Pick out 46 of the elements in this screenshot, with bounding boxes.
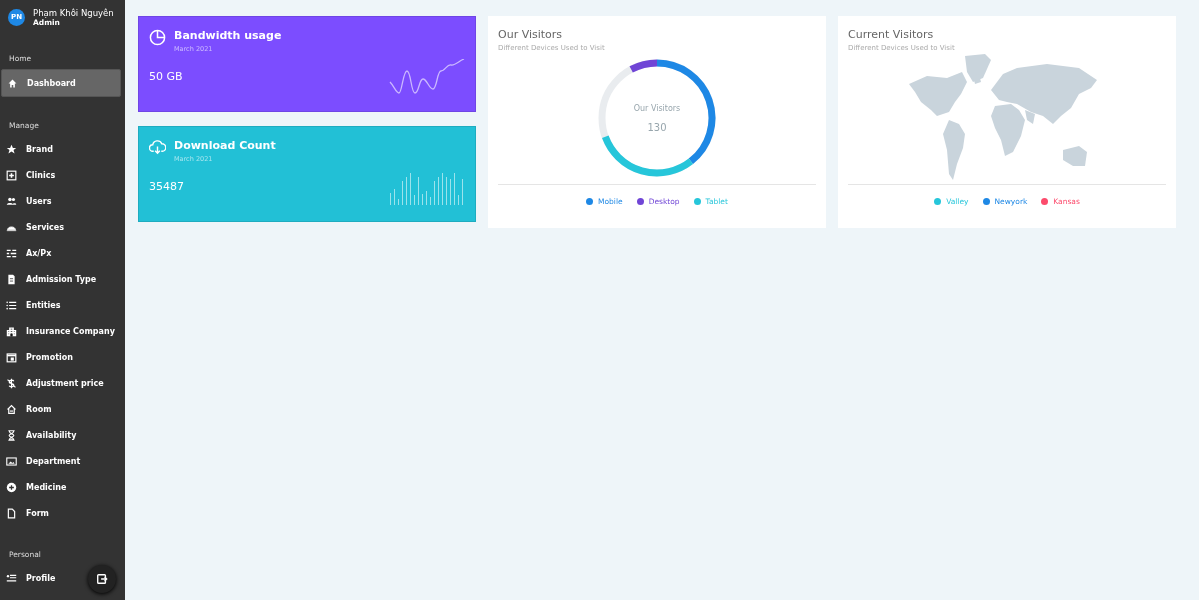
- calendar-icon: [6, 351, 17, 363]
- people-icon: [6, 195, 17, 207]
- sidebar-item[interactable]: Entities: [1, 292, 121, 318]
- card-title: Current Visitors: [848, 28, 935, 41]
- sidebar-item[interactable]: Ax/Px: [1, 240, 121, 266]
- crossed-dollar-icon: [6, 377, 17, 389]
- sidebar-item[interactable]: Services: [1, 214, 121, 240]
- donut-center-value: 130: [647, 122, 667, 133]
- pie-chart-icon: [149, 29, 166, 46]
- sidebar-item[interactable]: Clinics: [1, 162, 121, 188]
- sidebar-item[interactable]: Admission Type: [1, 266, 121, 292]
- house-outline-icon: [6, 403, 17, 415]
- list-icon: [6, 247, 17, 259]
- cloud-download-icon: [149, 139, 166, 156]
- sidebar-item[interactable]: Room: [1, 396, 121, 422]
- donut-center-label: Our Visitors: [633, 104, 681, 113]
- sidebar-item[interactable]: Medicine: [1, 474, 121, 500]
- picture-icon: [6, 455, 17, 467]
- profile-list-icon: [6, 572, 17, 584]
- sidebar-item[interactable]: Dashboard: [1, 69, 121, 97]
- sidebar-item[interactable]: Brand: [1, 136, 121, 162]
- exit-icon: [96, 573, 108, 585]
- building-icon: [6, 325, 17, 337]
- sidebar-item[interactable]: Department: [1, 448, 121, 474]
- card-title: Download Count: [174, 139, 276, 152]
- stat-value: 50 GB: [149, 70, 183, 83]
- document-icon: [6, 273, 17, 285]
- house-icon: [7, 77, 18, 89]
- user-name: Phạm Khôi Nguyên: [33, 7, 114, 18]
- sidebar-item[interactable]: Availability: [1, 422, 121, 448]
- plus-square-icon: [6, 169, 17, 181]
- hourglass-icon: [6, 429, 17, 441]
- sidebar-item[interactable]: Profile: [1, 565, 121, 591]
- sidebar-toggle-button[interactable]: [88, 565, 116, 593]
- list-icon: [6, 299, 17, 311]
- file-icon: [6, 507, 17, 519]
- sidebar-item[interactable]: Insurance Company: [1, 318, 121, 344]
- card-title: Our Visitors: [498, 28, 564, 41]
- sidebar-item[interactable]: Adjustment price: [1, 370, 121, 396]
- card-title: Bandwidth usage: [174, 29, 282, 42]
- sidebar-item[interactable]: Form: [1, 500, 121, 526]
- star-icon: [6, 143, 17, 155]
- sidebar-item[interactable]: Users: [1, 188, 121, 214]
- plus-circle-icon: [6, 481, 17, 493]
- sidebar-item[interactable]: Promotion: [1, 344, 121, 370]
- stat-value: 35487: [149, 180, 184, 193]
